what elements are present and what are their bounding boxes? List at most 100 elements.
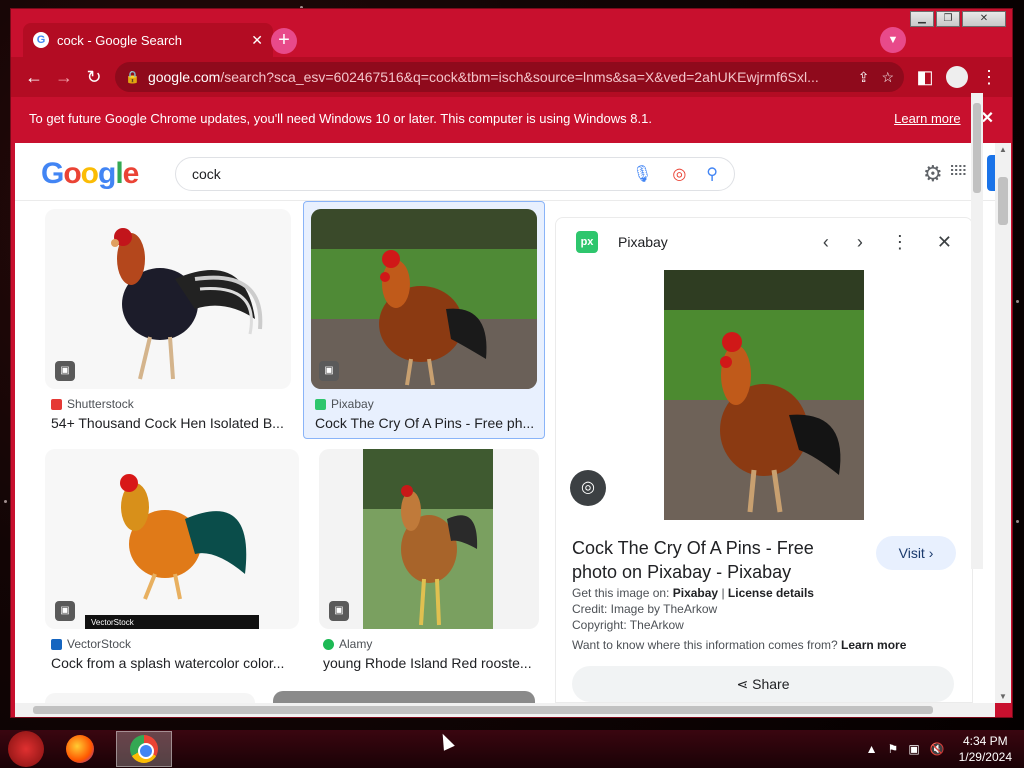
- search-query: cock: [192, 166, 221, 182]
- tab-google-search[interactable]: G cock - Google Search ✕: [23, 23, 273, 57]
- result-source[interactable]: Alamy: [323, 637, 372, 651]
- info-learn-more-link[interactable]: Learn more: [841, 638, 906, 652]
- scroll-up-icon[interactable]: ▲: [999, 145, 1007, 154]
- rooster-image: [363, 449, 493, 629]
- profile-avatar[interactable]: [946, 66, 968, 88]
- vertical-scrollbar[interactable]: ▲ ▼: [995, 143, 1011, 703]
- image-result-partial[interactable]: [273, 691, 535, 703]
- share-label: Share: [752, 676, 790, 692]
- forward-icon[interactable]: →: [49, 67, 79, 88]
- new-tab-button[interactable]: +: [271, 28, 297, 54]
- result-source[interactable]: Shutterstock: [51, 397, 134, 411]
- result-title[interactable]: Cock The Cry Of A Pins - Free ph...: [315, 415, 537, 431]
- lock-icon[interactable]: 🔒: [125, 70, 140, 84]
- share-page-icon[interactable]: ⇪: [858, 69, 870, 86]
- address-bar[interactable]: 🔒 google.com/search?sca_esv=602467516&q=…: [115, 62, 904, 92]
- result-thumbnail[interactable]: ▣: [311, 209, 537, 389]
- tab-close-icon[interactable]: ✕: [251, 32, 263, 49]
- result-source-name: Alamy: [339, 637, 373, 651]
- image-result[interactable]: ▣ Shutterstock 54+ Thousand Cock Hen Iso…: [45, 209, 291, 439]
- reload-icon[interactable]: ↻: [79, 67, 109, 88]
- result-thumbnail[interactable]: ▣: [319, 449, 539, 629]
- previous-icon[interactable]: ‹: [823, 232, 829, 253]
- logo-letter: o: [80, 157, 99, 190]
- result-source-name: Shutterstock: [67, 397, 134, 411]
- result-title[interactable]: 54+ Thousand Cock Hen Isolated B...: [51, 415, 291, 431]
- result-source[interactable]: Pixabay: [315, 397, 374, 411]
- apps-grid-icon[interactable]: ⠿⠿: [949, 163, 967, 180]
- rooster-preview-image: [664, 270, 864, 520]
- show-hidden-icons-icon[interactable]: ▲: [866, 742, 878, 756]
- get-image-source-link[interactable]: Pixabay: [673, 586, 718, 600]
- image-result-partial[interactable]: [45, 693, 255, 703]
- panel-scrollbar-thumb[interactable]: [973, 103, 981, 193]
- preview-image[interactable]: [664, 270, 864, 520]
- rooster-image: VectorStock: [85, 474, 259, 629]
- tab-search-button[interactable]: ▼: [880, 27, 906, 53]
- panel-source-name[interactable]: Pixabay: [618, 234, 795, 250]
- info-question: Want to know where this information come…: [572, 638, 838, 652]
- browser-toolbar: ← → ↻ 🔒 google.com/search?sca_esv=602467…: [11, 57, 1012, 97]
- info-source-line: Want to know where this information come…: [572, 638, 906, 652]
- horizontal-scrollbar[interactable]: [15, 703, 995, 717]
- result-title[interactable]: young Rhode Island Red rooste...: [323, 655, 537, 671]
- url-domain: google.com: [147, 69, 221, 85]
- result-thumbnail[interactable]: ▣: [45, 209, 291, 389]
- clock-date: 1/29/2024: [958, 750, 1012, 764]
- lens-search-icon[interactable]: ◎: [570, 470, 606, 506]
- infobar-learn-more-link[interactable]: Learn more: [894, 111, 960, 126]
- result-source-name: Pixabay: [331, 397, 374, 411]
- volume-muted-icon[interactable]: 🔇: [930, 742, 945, 756]
- microphone-icon[interactable]: 🎙: [632, 164, 652, 184]
- google-logo[interactable]: Google: [41, 157, 139, 191]
- image-icon: ▣: [329, 601, 349, 621]
- action-center-flag-icon[interactable]: ⚑: [888, 742, 899, 756]
- scroll-down-icon[interactable]: ▼: [999, 692, 1007, 701]
- image-icon: ▣: [319, 361, 339, 381]
- firefox-icon: [66, 735, 94, 763]
- clock[interactable]: 4:34 PM 1/29/2024: [959, 733, 1012, 765]
- result-source[interactable]: VectorStock: [51, 637, 131, 651]
- search-icon[interactable]: ⚲: [706, 164, 718, 184]
- search-input[interactable]: cock 🎙 ◎ ⚲: [175, 157, 735, 191]
- more-options-icon[interactable]: ⋮: [891, 232, 909, 253]
- gear-icon[interactable]: ⚙: [923, 161, 943, 187]
- image-result[interactable]: VectorStock ▣ VectorStock Cock from a sp…: [45, 449, 299, 679]
- vectorstock-watermark: VectorStock: [91, 618, 135, 627]
- horizontal-scrollbar-thumb[interactable]: [33, 706, 933, 714]
- panel-scrollbar[interactable]: [971, 93, 983, 569]
- network-icon[interactable]: ▣: [908, 742, 919, 756]
- get-image-line: Get this image on: Pixabay | License det…: [572, 586, 814, 600]
- logo-letter: G: [41, 157, 64, 190]
- back-icon[interactable]: ←: [19, 67, 49, 88]
- sign-in-button[interactable]: [987, 155, 995, 191]
- taskbar-firefox[interactable]: [52, 731, 108, 767]
- image-result-selected[interactable]: ▣ Pixabay Cock The Cry Of A Pins - Free …: [303, 201, 545, 439]
- google-favicon-icon: G: [33, 32, 49, 48]
- panel-title[interactable]: Cock The Cry Of A Pins - Free photo on P…: [572, 536, 852, 584]
- taskbar-chrome[interactable]: [116, 731, 172, 767]
- menu-kebab-icon[interactable]: ⋮: [974, 67, 1004, 88]
- pixabay-icon: [315, 398, 326, 410]
- pixabay-logo-icon[interactable]: px: [576, 231, 598, 253]
- logo-letter: g: [98, 157, 116, 190]
- share-button[interactable]: ⋖ Share: [572, 666, 954, 702]
- license-details-link[interactable]: License details: [728, 586, 814, 600]
- vectorstock-icon: [51, 638, 62, 650]
- close-panel-icon[interactable]: ✕: [937, 232, 952, 253]
- result-title[interactable]: Cock from a splash watercolor color...: [51, 655, 297, 671]
- vertical-scrollbar-thumb[interactable]: [998, 177, 1008, 225]
- start-button[interactable]: [8, 731, 44, 767]
- clock-time: 4:34 PM: [962, 734, 1008, 748]
- lens-icon[interactable]: ◎: [672, 164, 686, 184]
- side-panel-icon[interactable]: ◧: [910, 67, 940, 88]
- result-thumbnail[interactable]: VectorStock ▣: [45, 449, 299, 629]
- url-text: google.com/search?sca_esv=602467516&q=co…: [148, 69, 846, 85]
- update-infobar: To get future Google Chrome updates, you…: [11, 99, 1012, 137]
- image-result[interactable]: ▣ Alamy young Rhode Island Red rooste...: [319, 449, 539, 679]
- share-icon: ⋖: [736, 676, 749, 692]
- next-icon[interactable]: ›: [857, 232, 863, 253]
- bookmark-star-icon[interactable]: ☆: [881, 69, 894, 86]
- visit-button[interactable]: Visit ›: [876, 536, 956, 570]
- result-source-name: VectorStock: [67, 637, 132, 651]
